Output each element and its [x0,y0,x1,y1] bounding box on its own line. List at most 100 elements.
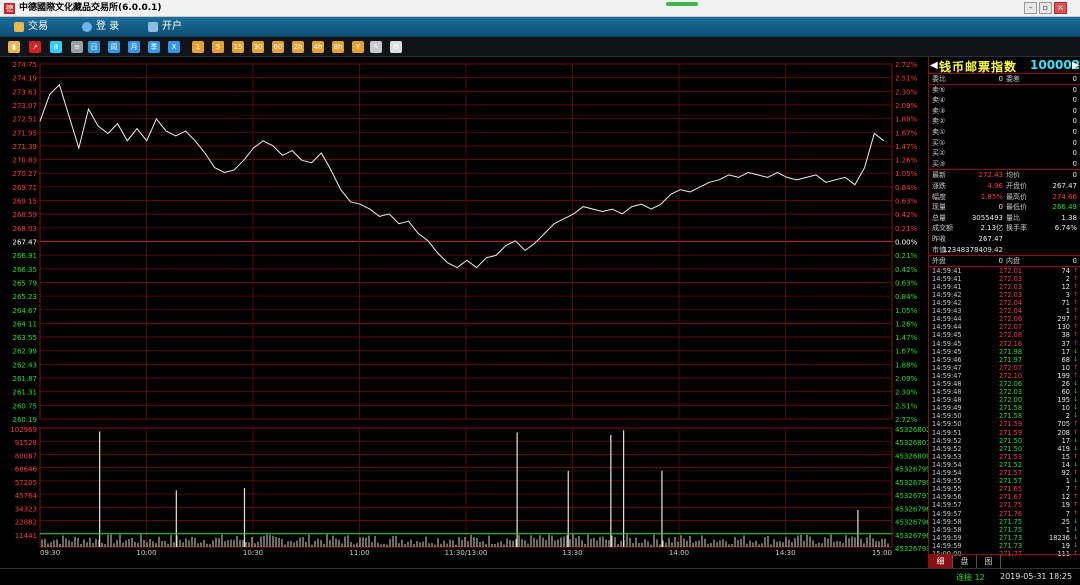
draw-tool-icon[interactable]: ✎ [370,41,382,53]
hour2-icon[interactable]: 2h [292,41,304,53]
tick-time: 14:59:54 [932,460,962,469]
quote-stats: 最新 272.43 均价 0 涨跌 4.96 开盘价 267.47 幅度 1.85% 最高价 274.… [929,170,1080,257]
hour8-icon[interactable]: 8h [332,41,344,53]
day-icon[interactable]: 日 [88,41,100,53]
menu-login[interactable]: 登 录 [80,17,119,37]
volume-tick-label: 22882 [15,519,37,527]
prev-instrument-icon[interactable]: ◀ [930,60,938,71]
tick-volume: 1 [1065,307,1070,316]
volume-right-tick-label: 45326796 [895,505,928,513]
volume-tick-label: 57205 [15,479,37,487]
price-tick-label: 264.67 [13,307,38,315]
arrow-down-icon: ↓ [1072,477,1078,485]
pct-tick-label: 2.51% [895,75,918,83]
status-datetime: 2019-05-31 18:25 [1000,572,1073,581]
buy-level-label: 买① [932,138,946,147]
tick-price: 272.03 [999,388,1023,397]
tick-price: 271.76 [999,509,1023,518]
tick-volume: 130 [1057,323,1070,332]
buy-level-row: 买③ 0 [929,159,1080,170]
tick-row: 14:59:45 272.16 37 ↑ [929,340,1080,348]
price-tick-label: 263.55 [13,334,38,342]
weicha-label: 委差 [1006,75,1020,83]
arrow-up-icon: ↑ [1072,428,1078,436]
minimize-button[interactable]: – [1024,2,1037,14]
kline-icon[interactable]: ↗ [29,41,41,53]
tick-row: 14:59:41 272.03 2 ↑ [929,275,1080,283]
tick-time: 14:59:45 [932,339,962,348]
stat-value: 12348378409.42 [942,245,1003,254]
tick-row: 14:59:54 271.52 14 ↓ [929,461,1080,469]
indicator-icon[interactable]: Y [352,41,364,53]
menu-trade-label: 交易 [28,21,48,32]
stat-label: 总量 [932,213,946,222]
volume-tick-label: 34323 [15,505,37,513]
close-button[interactable]: × [1054,2,1067,14]
week-icon[interactable]: 周 [108,41,120,53]
menu-trade[interactable]: 交易 [12,17,48,37]
multi-chart-icon[interactable]: ⋔ [50,41,62,53]
tick-volume: 12 [1061,493,1070,502]
tick-price: 272.06 [999,315,1023,324]
tick-row: 14:59:46 271.97 68 ↓ [929,356,1080,364]
tick-volume: 195 [1057,396,1070,405]
menu-open-account[interactable]: 开户 [146,17,182,37]
min15-icon[interactable]: 15 [232,41,244,53]
tick-row: 14:59:48 272.03 60 ↓ [929,388,1080,396]
min60-icon[interactable]: 60 [272,41,284,53]
volume-tick-label: 80087 [15,452,37,460]
tick-row: 14:59:41 272.01 74 ↑ [929,267,1080,275]
tick-list[interactable]: 14:59:41 272.01 74 ↑ 14:59:41 272.03 2 ↑ 14:59:4… [929,267,1080,558]
next-instrument-icon[interactable]: ▶ [1072,60,1080,71]
season-icon[interactable]: 季 [148,41,160,53]
stat-row: 总量 3055493 量比 1.38 [929,213,1080,224]
tick-price: 271.53 [999,452,1023,461]
tick-price: 271.75 [999,517,1023,526]
buy-level-row: 买① 0 [929,138,1080,149]
arrow-up-icon: ↑ [1072,493,1078,501]
price-tick-label: 266.35 [13,266,38,274]
tick-row: 14:59:50 271.59 705 ↑ [929,420,1080,428]
price-tick-label: 270.27 [13,170,38,178]
tick-time: 14:59:46 [932,355,962,364]
instrument-name: 钱币邮票指数 [939,60,1018,74]
min5-icon[interactable]: 5 [212,41,224,53]
buy-level-value: 0 [1072,149,1077,158]
settings-gear-icon[interactable]: ⚙ [390,41,402,53]
tick-time: 14:59:41 [932,274,962,283]
stat-label: 昨收 [932,234,946,243]
panel-tab[interactable]: 盘 [953,555,977,569]
sell-level-label: 卖④ [932,96,946,105]
tick-time: 14:59:52 [932,436,962,445]
tick-price: 271.73 [999,541,1023,550]
tick-volume: 68 [1061,355,1070,364]
maximize-button[interactable]: ▫ [1039,2,1052,14]
stat-row: 涨跌 4.96 开盘价 267.47 [929,181,1080,192]
stat-label: 现量 [932,203,946,212]
pct-tick-label: 0.42% [895,266,918,274]
tick-row: 14:59:52 271.50 17 ↓ [929,437,1080,445]
tick-row: 14:59:47 272.10 199 ↑ [929,372,1080,380]
arrow-down-icon: ↓ [1072,380,1078,387]
panel-tab[interactable]: 细 [929,555,953,569]
min1-icon[interactable]: 1 [192,41,204,53]
tick-price: 272.03 [999,274,1023,283]
quote-list-icon[interactable]: ≡ [71,41,83,53]
time-tick-label: 13:30 [562,549,582,557]
month-icon[interactable]: 月 [128,41,140,53]
tick-price: 271.59 [999,420,1023,429]
time-share-icon[interactable]: ▮ [8,41,20,53]
tick-row: 14:59:51 271.59 208 ↑ [929,429,1080,437]
tick-row: 14:59:44 272.06 297 ↑ [929,315,1080,323]
price-tick-label: 268.03 [13,225,38,233]
tick-price: 271.59 [999,428,1023,437]
panel-tab[interactable]: 图 [977,555,1001,569]
hour4-icon[interactable]: 4h [312,41,324,53]
year-icon[interactable]: X [168,41,180,53]
tick-volume: 19 [1061,541,1070,550]
tick-volume: 297 [1057,315,1070,324]
sell-level-row: 卖⑤ 0 [929,85,1080,96]
min30-icon[interactable]: 30 [252,41,264,53]
app-logo-icon: 德 [4,3,15,14]
tick-volume: 10 [1061,404,1070,413]
